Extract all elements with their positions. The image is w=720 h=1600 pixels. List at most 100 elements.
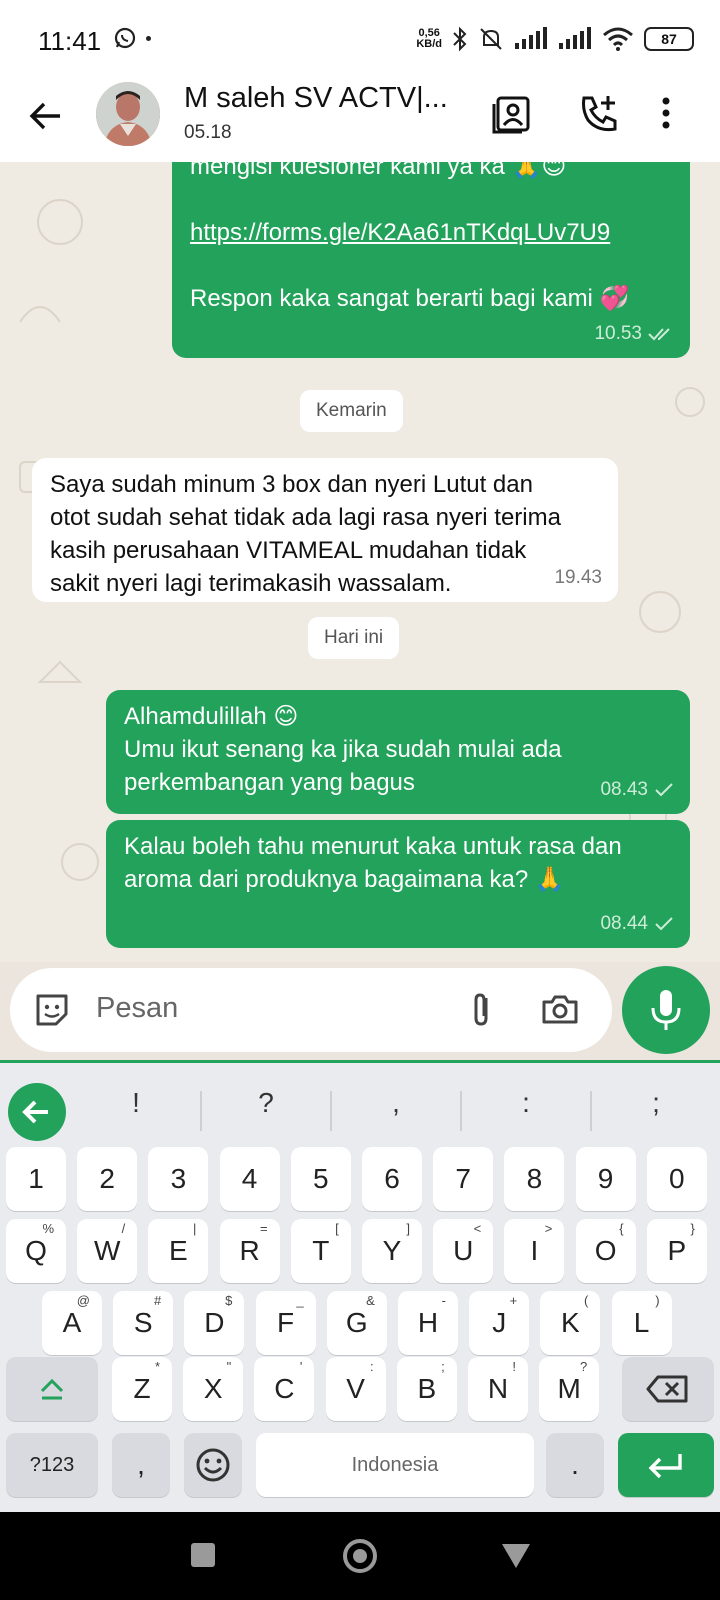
key-d[interactable]: D $ [184, 1291, 245, 1355]
whatsapp-notification-icon [114, 27, 136, 49]
key-s[interactable]: S # [113, 1291, 174, 1355]
emoji-icon [196, 1448, 230, 1482]
key-label: W [93, 1235, 121, 1266]
recents-icon[interactable] [191, 1543, 215, 1567]
key-9[interactable]: 9 [575, 1147, 636, 1211]
key-label: 9 [597, 1163, 614, 1194]
key-w[interactable]: W / [77, 1219, 138, 1283]
key-b[interactable]: B; [396, 1357, 457, 1421]
key-4[interactable]: 4 [219, 1147, 280, 1211]
key-h[interactable]: H- [398, 1291, 458, 1355]
message-composer[interactable]: Pesan [10, 968, 612, 1052]
key-6[interactable]: 6 [362, 1147, 422, 1211]
key-secondary-label: > [544, 1221, 553, 1236]
key-secondary-label: ? [579, 1359, 588, 1374]
message-outgoing-1[interactable]: mengisi kuesioner kami ya ka 🙏😊 https://… [172, 162, 690, 358]
attach-icon[interactable] [462, 990, 502, 1030]
key-2[interactable]: 2 [77, 1147, 138, 1211]
navigation-bar [0, 1512, 720, 1600]
shift-key[interactable] [6, 1357, 98, 1421]
suggestion-key[interactable]: ? [202, 1087, 330, 1119]
key-secondary-label: + [509, 1293, 518, 1308]
message-input[interactable]: Pesan [96, 992, 178, 1025]
more-options-icon[interactable] [656, 92, 676, 136]
message-link[interactable]: https://forms.gle/K2Aa61nTKdqLUv7U9 [190, 216, 672, 249]
key-l[interactable]: L) [611, 1291, 672, 1355]
key-label: 3 [170, 1163, 187, 1194]
key-label: M [557, 1373, 581, 1404]
key-1[interactable]: 1 [6, 1147, 66, 1211]
contact-card-icon[interactable] [490, 92, 534, 136]
keyboard-toolbar-toggle[interactable] [8, 1083, 66, 1141]
wifi-icon [603, 27, 633, 51]
suggestion-key[interactable]: ! [72, 1087, 200, 1119]
key-v[interactable]: V: [325, 1357, 386, 1421]
key-m[interactable]: M? [539, 1357, 600, 1421]
key-q[interactable]: Q% [6, 1219, 66, 1283]
enter-icon [648, 1454, 682, 1479]
network-speed: 0,56 KB/d [416, 27, 442, 50]
contact-avatar[interactable] [96, 82, 160, 146]
key-p[interactable]: P} [646, 1219, 707, 1283]
message-outgoing-3[interactable]: Kalau boleh tahu menurut kaka untuk rasa… [106, 820, 690, 948]
back-arrow-icon[interactable] [26, 96, 66, 136]
key-5[interactable]: 5 [290, 1147, 351, 1211]
key-t[interactable]: T[ [290, 1219, 351, 1283]
suggestion-key[interactable]: , [332, 1087, 460, 1119]
key-u[interactable]: U < [433, 1219, 494, 1283]
key-i[interactable]: I > [504, 1219, 565, 1283]
contact-name[interactable]: M saleh SV ACTV|... [184, 82, 448, 115]
backspace-key[interactable] [622, 1357, 714, 1421]
comma-key[interactable]: , [112, 1433, 170, 1497]
key-f[interactable]: F _ [255, 1291, 316, 1355]
key-a[interactable]: A @ [42, 1291, 102, 1355]
key-n[interactable]: N! [468, 1357, 528, 1421]
key-z[interactable]: Z * [112, 1357, 172, 1421]
enter-key[interactable] [618, 1433, 714, 1497]
key-k[interactable]: K( [540, 1291, 601, 1355]
key-label: 6 [384, 1163, 400, 1194]
status-bar: 11:41 0,56 KB/d 87 [0, 0, 720, 80]
voice-record-button[interactable] [622, 966, 710, 1054]
emoji-key[interactable] [184, 1433, 242, 1497]
key-label: V [346, 1373, 365, 1404]
symbols-key[interactable]: ?123 [6, 1433, 98, 1497]
add-call-icon[interactable] [578, 92, 622, 136]
key-g[interactable]: G & [326, 1291, 387, 1355]
key-e[interactable]: E | [148, 1219, 209, 1283]
key-label: C [274, 1373, 295, 1404]
message-time: 08.43 [600, 779, 648, 800]
key-y[interactable]: Y] [362, 1219, 422, 1283]
message-meta: 08.44 [600, 907, 674, 940]
key-label: I [530, 1235, 539, 1266]
status-time: 11:41 [38, 26, 102, 56]
key-label: A [62, 1307, 82, 1338]
key-r[interactable]: R = [219, 1219, 280, 1283]
space-key[interactable]: Indonesia [256, 1433, 534, 1497]
message-text-line: kasih perusahaan VITAMEAL mudahan tidak [50, 537, 527, 564]
suggestion-key[interactable]: : [462, 1087, 590, 1119]
form-link[interactable]: https://forms.gle/K2Aa61nTKdqLUv7U9 [190, 219, 610, 246]
key-3[interactable]: 3 [148, 1147, 209, 1211]
key-secondary-label: * [154, 1359, 160, 1374]
key-8[interactable]: 8 [504, 1147, 565, 1211]
keyboard: ! ? , : ; 1 2 3 4 5 6 7 8 9 0 Q% W / E | R = T[Y] U < I > O{P}… [0, 1060, 720, 1512]
camera-icon[interactable] [540, 990, 580, 1030]
chat-area[interactable]: mengisi kuesioner kami ya ka 🙏😊 https://… [0, 162, 720, 962]
key-x[interactable]: X " [183, 1357, 244, 1421]
key-label: E [169, 1235, 188, 1266]
key-j[interactable]: J + [469, 1291, 530, 1355]
sticker-icon[interactable] [32, 990, 72, 1030]
key-c[interactable]: C ' [254, 1357, 315, 1421]
message-incoming-1[interactable]: Saya sudah minum 3 box dan nyeri Lutut d… [32, 458, 618, 602]
back-nav-icon[interactable] [502, 1544, 530, 1568]
key-secondary-label: / [121, 1221, 126, 1236]
key-7[interactable]: 7 [433, 1147, 494, 1211]
message-text-line: otot sudah sehat tidak ada lagi rasa nye… [50, 504, 561, 531]
suggestion-key[interactable]: ; [592, 1087, 720, 1119]
key-0[interactable]: 0 [646, 1147, 707, 1211]
period-key[interactable]: . [546, 1433, 604, 1497]
key-o[interactable]: O{ [575, 1219, 636, 1283]
mute-bell-icon [480, 28, 502, 50]
message-outgoing-2[interactable]: Alhamdulillah 😊 Umu ikut senang ka jika … [106, 690, 690, 814]
